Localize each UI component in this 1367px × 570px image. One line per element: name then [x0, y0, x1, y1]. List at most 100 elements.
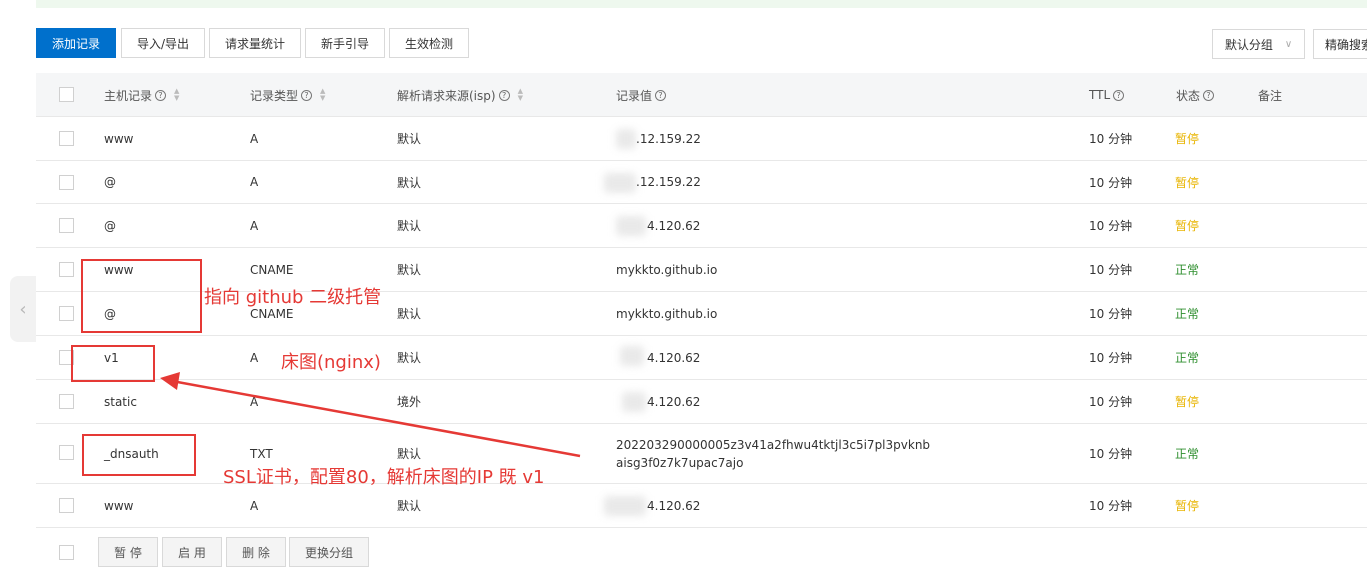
value-cell: mykkto.github.io [616, 306, 718, 321]
isp-cell: 默认 [397, 499, 422, 513]
import-export-button[interactable]: 导入/导出 [121, 28, 205, 58]
status-badge[interactable]: 正常 [1175, 336, 1199, 379]
value-cell: mykkto.github.io [616, 262, 718, 277]
enable-button[interactable]: 启 用 [162, 537, 222, 567]
ttl-cell: 10 分钟 [1089, 307, 1133, 321]
host-cell: www [104, 131, 134, 146]
row-checkbox[interactable] [59, 218, 74, 233]
col-ttl: TTL? [1089, 73, 1125, 117]
col-isp[interactable]: 解析请求来源(isp)? ▲ ▼ [397, 73, 523, 117]
isp-cell: 默认 [397, 263, 422, 277]
col-remark: 备注 [1258, 88, 1283, 103]
value-cell: 4.120.62 [647, 498, 701, 513]
top-notice-strip [36, 0, 1367, 8]
status-badge[interactable]: 正常 [1175, 248, 1199, 291]
sort-icon[interactable]: ▲ ▼ [518, 88, 523, 102]
chevron-left-icon: ‹ [19, 298, 27, 320]
type-cell: A [250, 498, 259, 513]
isp-cell: 默认 [397, 132, 422, 146]
ttl-cell: 10 分钟 [1089, 351, 1133, 365]
type-cell: A [250, 350, 259, 365]
status-badge[interactable]: 暂停 [1175, 380, 1199, 423]
help-icon: ? [498, 89, 510, 101]
delete-button[interactable]: 删 除 [226, 537, 286, 567]
ttl-cell: 10 分钟 [1089, 175, 1133, 190]
host-cell: @ [104, 175, 116, 189]
type-cell: A [250, 131, 259, 146]
annotation-nginx: 床图(nginx) [281, 352, 381, 373]
isp-cell: 默认 [397, 219, 422, 233]
isp-cell: 默认 [397, 351, 422, 365]
status-badge[interactable]: 暂停 [1175, 117, 1199, 160]
row-checkbox[interactable] [59, 175, 74, 190]
row-checkbox[interactable] [59, 306, 74, 321]
ttl-cell: 10 分钟 [1089, 499, 1133, 513]
help-icon: ? [655, 89, 667, 101]
help-icon: ? [155, 89, 167, 101]
change-group-button[interactable]: 更换分组 [289, 537, 369, 567]
request-stats-button[interactable]: 请求量统计 [209, 28, 301, 58]
value-cell: 202203290000005z3v41a2fhwu4tktjl3c5i7pl3… [616, 424, 930, 483]
status-badge[interactable]: 正常 [1175, 292, 1199, 335]
guide-button[interactable]: 新手引导 [305, 28, 385, 58]
redaction-blur [616, 216, 646, 236]
value-cell: .12.159.22 [636, 175, 701, 189]
annotation-box-v1 [71, 345, 155, 382]
help-icon: ? [301, 89, 313, 101]
add-record-button[interactable]: 添加记录 [36, 28, 116, 58]
col-value: 记录值? [616, 73, 667, 117]
col-type[interactable]: 记录类型? ▲ ▼ [250, 73, 325, 117]
host-cell: www [104, 498, 134, 513]
sort-icon[interactable]: ▲ ▼ [320, 88, 325, 102]
help-icon: ? [1113, 89, 1125, 101]
group-select-label: 默认分组 [1224, 37, 1273, 52]
status-badge[interactable]: 暂停 [1175, 204, 1199, 247]
status-badge[interactable]: 暂停 [1175, 484, 1199, 527]
isp-cell: 默认 [397, 307, 422, 321]
isp-cell: 境外 [397, 395, 422, 409]
table-row: www A 默认 .12.159.22 10 分钟 暂停 [36, 117, 1367, 161]
status-badge[interactable]: 暂停 [1175, 161, 1199, 203]
row-checkbox[interactable] [59, 394, 74, 409]
help-icon: ? [1203, 89, 1215, 101]
annotation-ssl: SSL证书，配置80，解析床图的IP 既 v1 [223, 467, 545, 488]
group-select[interactable]: 默认分组 ∨ [1212, 29, 1305, 59]
redaction-blur [620, 346, 644, 366]
value-cell: 4.120.62 [647, 394, 701, 409]
collapse-handle[interactable]: ‹ [10, 276, 36, 342]
annotation-github: 指向 github 二级托管 [204, 287, 382, 308]
annotation-box-dnsauth [82, 434, 196, 476]
value-cell: 4.120.62 [647, 218, 701, 233]
table-row: @ A 默认 .12.159.22 10 分钟 暂停 [36, 161, 1367, 204]
row-checkbox[interactable] [59, 131, 74, 146]
ttl-cell: 10 分钟 [1089, 263, 1133, 277]
row-checkbox[interactable] [59, 262, 74, 277]
redaction-blur [604, 173, 636, 193]
row-checkbox[interactable] [59, 445, 74, 460]
type-cell: A [250, 394, 259, 409]
isp-cell: 默认 [397, 175, 422, 190]
value-line: 202203290000005z3v41a2fhwu4tktjl3c5i7pl3… [616, 437, 931, 452]
redaction-blur [616, 129, 636, 149]
status-badge[interactable]: 正常 [1175, 424, 1199, 483]
ttl-cell: 10 分钟 [1089, 447, 1133, 461]
ttl-cell: 10 分钟 [1089, 395, 1133, 409]
redaction-blur [604, 496, 646, 516]
row-checkbox[interactable] [59, 498, 74, 513]
select-all-checkbox[interactable] [59, 87, 74, 102]
host-cell: @ [104, 218, 116, 233]
type-cell: A [250, 175, 259, 189]
check-button[interactable]: 生效检测 [389, 28, 469, 58]
chevron-down-icon: ∨ [1284, 38, 1293, 50]
pause-button[interactable]: 暂 停 [98, 537, 158, 567]
ttl-cell: 10 分钟 [1089, 219, 1133, 233]
select-all-checkbox-bottom[interactable] [59, 545, 74, 560]
table-row: @ A 默认 4.120.62 10 分钟 暂停 [36, 204, 1367, 248]
value-line: aisg3f0z7k7upac7ajo [616, 455, 744, 470]
host-cell: static [104, 394, 137, 409]
ttl-cell: 10 分钟 [1089, 132, 1133, 146]
sort-icon[interactable]: ▲ ▼ [174, 88, 179, 102]
col-host[interactable]: 主机记录? ▲ ▼ [104, 73, 179, 117]
value-cell: .12.159.22 [636, 131, 701, 146]
precise-search-button[interactable]: 精确搜索 [1313, 29, 1367, 59]
